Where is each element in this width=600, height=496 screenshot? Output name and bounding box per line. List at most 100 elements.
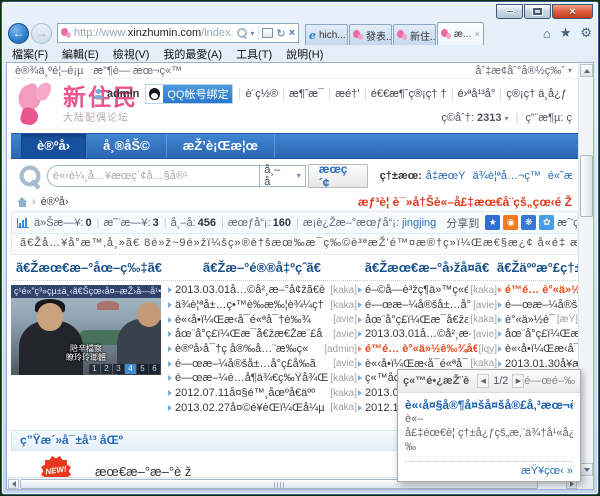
address-bar[interactable]: http://www.xinzhumin.com/index.php ▾ ↻ ×: [57, 23, 299, 43]
browser-tab[interactable]: e hich... ×: [305, 24, 348, 45]
menu-item[interactable]: 檢視(V): [113, 46, 150, 61]
scroll-down-button[interactable]: [580, 463, 593, 476]
scroll-left-button[interactable]: [8, 479, 19, 489]
stop-icon[interactable]: ×: [289, 27, 295, 39]
home-icon[interactable]: ⌂: [543, 26, 551, 41]
view-more-link[interactable]: æŸ¥çœ‹ »: [521, 465, 573, 477]
hot-search-link[interactable]: é«˜æœ: [548, 170, 572, 182]
chevron-down-icon[interactable]: ▾: [505, 114, 509, 123]
slideshow-page-button[interactable]: 1: [89, 364, 100, 374]
popup-header: ç«™é•¿æŽ¨è ◀ 1/2 ▶ é—œé–‰: [398, 370, 580, 393]
post-list-item[interactable]: é—œæ–¼é…å¶ä¾€ç‰Ÿå¾Œékaka: [167, 371, 357, 386]
post-list-item[interactable]: é™é… è°«ä»½è‰¾å€6æ˜14ælqy: [357, 342, 497, 357]
tab-close-icon[interactable]: ×: [475, 29, 480, 39]
wide-version-link[interactable]: åˆ‡æ¢åˆ°å®½ç‰ˆ ▾: [475, 65, 572, 77]
post-list-item[interactable]: è°«ä»½è¯é—®æŸ: [497, 312, 578, 327]
nav-item[interactable]: è®ºå›: [21, 134, 88, 158]
post-list-item[interactable]: 2012.07.11å¤§é™¸åœºå€äºº kaka: [167, 386, 357, 401]
slideshow-page-button[interactable]: 6: [149, 364, 160, 374]
menu-item[interactable]: 工具(T): [236, 46, 272, 61]
browser-tab[interactable]: e 新住... ×: [393, 24, 436, 45]
user-link[interactable]: ç®¡ç† ä¸­å¿ƒ: [500, 88, 572, 100]
post-list-item[interactable]: 2013.03.01å…©å²¸æ–°å¢žå€èavie: [357, 327, 497, 342]
hot-search-link[interactable]: ä¾è¦ªå…¬ç™: [473, 170, 541, 182]
post-list-item[interactable]: 2013.02.27å¤©é¥èŒï¼Œå¼µ kaka: [167, 401, 357, 416]
qq-bind-button[interactable]: QQ帐号绑定: [145, 84, 234, 104]
menu-item[interactable]: 檔案(F): [12, 46, 48, 61]
popup-next-button[interactable]: ▶: [512, 374, 525, 388]
umbrella-shape: [97, 301, 119, 310]
maximize-button[interactable]: [524, 4, 551, 19]
menu-item[interactable]: 編輯(E): [62, 46, 99, 61]
menu-item[interactable]: 我的最愛(A): [163, 46, 222, 61]
share-icon[interactable]: ✿: [539, 215, 555, 230]
top-link[interactable]: è®¾ä¸ºé¦–é¡µ: [15, 65, 83, 77]
post-list-item[interactable]: é—œæ–¼å®šå±…å°ç£å‰°ïavie: [357, 298, 497, 313]
browser-tab[interactable]: e 發表... ×: [349, 24, 392, 45]
user-link[interactable]: æé†’: [329, 88, 364, 100]
post-author: kaka: [330, 373, 357, 384]
my-posts-link[interactable]: æˆ’çš„å¸–å­: [557, 217, 577, 229]
share-icon[interactable]: ❋: [521, 215, 537, 230]
share-icon[interactable]: ★: [485, 215, 501, 230]
url-text[interactable]: http://www.xinzhumin.com/index.php: [74, 27, 234, 39]
post-list-item[interactable]: é™é… è°«ä»½è‰€æ: [497, 283, 578, 298]
user-link[interactable]: é›ªå¹³å°: [451, 88, 501, 100]
popup-close-button[interactable]: é—œé–‰: [524, 375, 575, 387]
chevron-down-icon: ▾: [296, 171, 301, 180]
latest-news-link[interactable]: æœ€æ–°æ–°è ž: [95, 464, 191, 478]
user-link[interactable]: é€€æ¶ˆç®¡ç† †: [364, 88, 452, 100]
post-list-item[interactable]: åœ¨å°ç£ï¼Œæ¯å€žæ: [497, 327, 578, 342]
user-link[interactable]: æ¶ˆæ¯: [283, 88, 329, 100]
announcement-bar[interactable]: ã€Žå…¥å°æ™‚å¸»ã€ 8é»ž~9é»žï¼šç»®è†šæœ‰æ¯…: [11, 234, 578, 255]
post-list-item[interactable]: ä¾è¦ªå±…ç•™è‰æ‰¦è¾¼ç† kaka: [167, 298, 357, 313]
top-link[interactable]: æ”¶è— æœ¬ç«™: [93, 65, 182, 77]
slideshow-page-button[interactable]: 5: [137, 364, 148, 374]
username[interactable]: admin: [107, 88, 139, 100]
post-list-item[interactable]: é—œæ–¼å®šå±…å°ç£å‰ã avie: [167, 356, 357, 371]
scroll-up-button[interactable]: [580, 64, 593, 77]
post-list-item[interactable]: 2013.03.01å…©å²¸æ–°å¢žã€è kaka: [167, 283, 357, 298]
compatibility-view-icon[interactable]: [262, 28, 274, 38]
search-type-select[interactable]: å¸–å­ ▾: [259, 164, 306, 188]
post-list-item[interactable]: é–©å—è³žç¶ä»™ç«é††ˆkaka: [357, 283, 497, 298]
gear-icon[interactable]: ⚙: [580, 25, 592, 41]
nav-item[interactable]: æŽ’è¡Œæ¦œ: [167, 134, 275, 158]
share-icon[interactable]: ◉: [503, 215, 519, 230]
popup-prev-button[interactable]: ◀: [477, 374, 490, 388]
favorites-star-icon[interactable]: ★: [560, 25, 572, 41]
post-list-item[interactable]: é—œæ–¼å®šå±…å°ç: [497, 298, 578, 313]
forward-button[interactable]: →: [31, 22, 52, 44]
search-icon[interactable]: [237, 28, 248, 38]
post-list-item[interactable]: è«‹å•ï¼Œæ‹å¯é«ªå: [497, 342, 578, 357]
slideshow-page-button[interactable]: 4: [125, 364, 136, 374]
image-slideshow[interactable]: ç¹é«”ç³»çµ±ä¸‹ã€Šçœ‹å¤–æŽ›å­—å¹• 陪辛檔察 瞭玲玲…: [11, 285, 161, 375]
post-list-item[interactable]: è®ºå›å¯†ç å®‰å…¨æ‰ç« admin: [167, 342, 357, 357]
register-notice[interactable]: æƒ³è¦ è¯»å†Šè«–å£‡æœ€å¨çš„çœ‹é Ž: [358, 195, 572, 209]
refresh-icon[interactable]: ↻: [276, 27, 285, 40]
breadcrumb-current[interactable]: è®ºå›: [41, 196, 69, 208]
menu-item[interactable]: 說明(H): [286, 46, 323, 61]
post-list-item[interactable]: åœ¨å°ç£ï¼Œæ¯å€žæ£åkaka: [357, 312, 497, 327]
slideshow-page-button[interactable]: 3: [113, 364, 124, 374]
search-input[interactable]: [47, 164, 260, 187]
slideshow-caption[interactable]: ç¹é«”ç³»çµ±ä¸‹ã€Šçœ‹å¤–æŽ›å­—å¹•: [11, 285, 161, 298]
bullet-icon: [498, 316, 502, 323]
post-list-item[interactable]: è«‹å•ï¼Œæ‹å¯é«ªå¯†è‰¾ avie: [167, 312, 357, 327]
close-button[interactable]: ×: [552, 4, 593, 19]
vertical-scroll-thumb[interactable]: [580, 155, 593, 217]
search-button[interactable]: æœç´¢: [307, 162, 368, 190]
post-list-item[interactable]: åœ¨å°ç£ï¼Œæ¯å€žæ€Žæ¨£å avie: [167, 327, 357, 342]
minimize-button[interactable]: [496, 4, 523, 19]
popup-recommended-link[interactable]: è«‹å¤§å®¶å¤šå¤šå®£å‚³æœ¬è«–å£‡: [405, 398, 573, 412]
new-member-link[interactable]: jingjing: [402, 217, 436, 229]
home-icon[interactable]: [17, 196, 28, 207]
browser-tab[interactable]: e æ... ×: [437, 22, 484, 45]
hot-search-link[interactable]: å‡æœŸ: [426, 170, 466, 182]
nav-item[interactable]: å¸®åŠ©: [87, 134, 167, 158]
chevron-down-icon[interactable]: ▾: [250, 29, 254, 38]
back-button[interactable]: ←: [8, 22, 29, 44]
user-link[interactable]: è¨­ç½®: [239, 88, 283, 100]
slideshow-page-button[interactable]: 2: [101, 364, 112, 374]
site-favicon-icon: [61, 28, 71, 38]
